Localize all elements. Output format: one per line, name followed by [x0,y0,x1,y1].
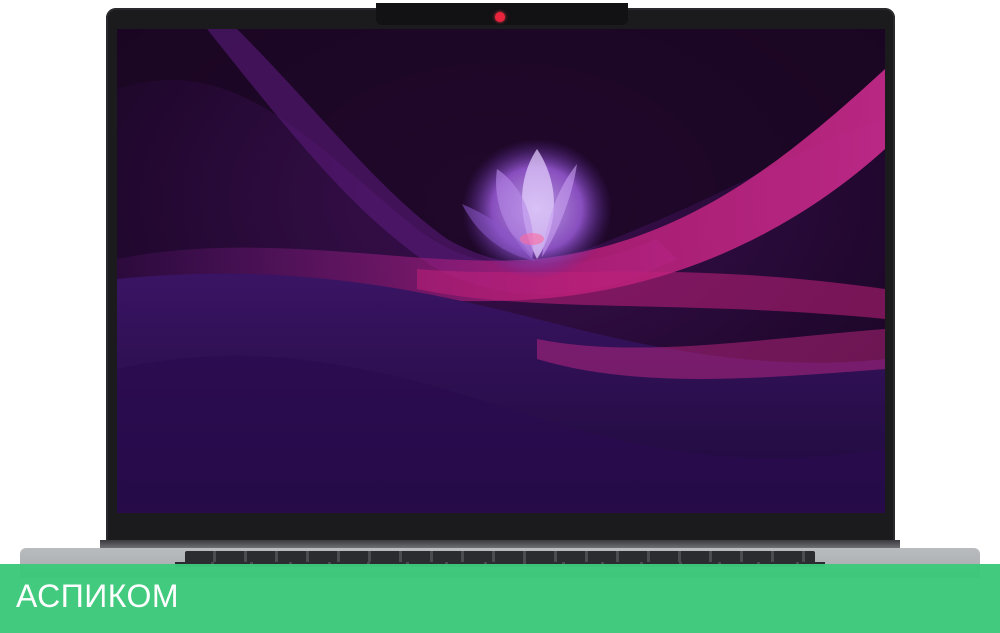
laptop-image [0,0,1000,633]
webcam-icon [495,12,505,22]
wallpaper [117,29,885,513]
laptop-screen [117,29,885,513]
brand-logo-text: АСПИКОМ [16,578,180,614]
